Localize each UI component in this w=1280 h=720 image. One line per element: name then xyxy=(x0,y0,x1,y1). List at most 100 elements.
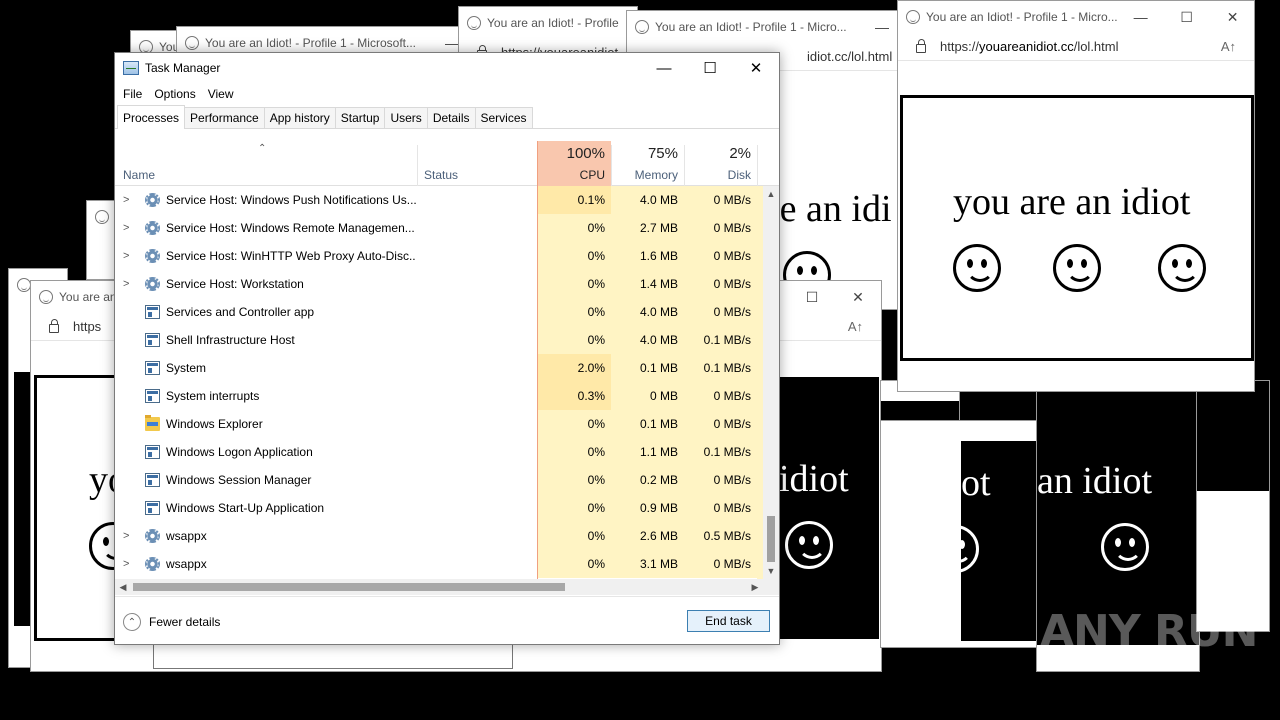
table-row[interactable]: > Service Host: Windows Remote Managemen.… xyxy=(115,214,763,242)
table-row[interactable]: > Service Host: Workstation 0% 1.4 MB 0 MB/s xyxy=(115,270,763,298)
tab-startup[interactable]: Startup xyxy=(334,107,386,128)
gear-icon xyxy=(145,221,160,235)
tab-services[interactable]: Services xyxy=(474,107,533,128)
window-icon xyxy=(145,445,160,459)
tab-processes[interactable]: Processes xyxy=(117,105,186,129)
smiley-face-icon xyxy=(931,525,979,573)
tab-details[interactable]: Details xyxy=(426,107,476,128)
popup-title: You are an Idiot! - Profile xyxy=(487,16,619,30)
popup-message: an idiot xyxy=(1037,460,1153,502)
gear-icon xyxy=(145,557,160,571)
smiley-tab-icon xyxy=(185,36,199,50)
column-memory[interactable]: 75% Memory xyxy=(611,141,684,186)
disk-cell: 0 MB/s xyxy=(684,494,757,522)
menu-view[interactable]: View xyxy=(202,87,240,101)
column-cpu[interactable]: 100% CPU xyxy=(538,141,611,186)
memory-cell: 0 MB xyxy=(611,382,684,410)
menu-file[interactable]: File xyxy=(117,87,148,101)
table-row[interactable]: System interrupts 0.3% 0 MB 0 MB/s xyxy=(115,382,763,410)
expand-chevron-icon[interactable]: > xyxy=(123,186,133,214)
url-prefix[interactable]: https:// xyxy=(940,39,979,54)
expand-chevron-icon[interactable]: > xyxy=(123,522,133,550)
close-icon[interactable]: ✕ xyxy=(1210,9,1254,26)
scroll-thumb[interactable] xyxy=(767,516,775,562)
process-name: Service Host: Windows Push Notifications… xyxy=(166,193,416,207)
expand-chevron-icon[interactable]: > xyxy=(123,270,133,298)
horizontal-scrollbar[interactable]: ◀ ▶ xyxy=(115,579,763,595)
minimize-button[interactable]: — xyxy=(641,53,687,83)
memory-cell: 4.0 MB xyxy=(611,186,684,214)
tab-app-history[interactable]: App history xyxy=(263,107,336,128)
table-row[interactable]: > wsappx 0% 3.1 MB 0 MB/s xyxy=(115,550,763,578)
scroll-down-icon[interactable]: ▼ xyxy=(763,563,779,579)
column-status[interactable]: Status xyxy=(417,141,537,186)
table-row[interactable]: > wsappx 0% 2.6 MB 0.5 MB/s xyxy=(115,522,763,550)
menu-options[interactable]: Options xyxy=(148,87,201,101)
folder-icon xyxy=(145,415,160,431)
memory-cell: 0.1 MB xyxy=(611,354,684,382)
table-row[interactable]: Shell Infrastructure Host 0% 4.0 MB 0.1 MB/… xyxy=(115,326,763,354)
scroll-corner xyxy=(763,579,779,595)
expand-chevron-icon[interactable]: > xyxy=(123,550,133,578)
disk-cell: 0.1 MB/s xyxy=(684,354,757,382)
minimize-icon[interactable]: — xyxy=(1118,9,1164,26)
fewer-details-button[interactable]: ⌃ Fewer details xyxy=(123,613,220,631)
process-name: Services and Controller app xyxy=(166,305,315,319)
address-bar-url[interactable]: https xyxy=(73,319,101,334)
task-manager-window[interactable]: Task Manager — ☐ ✕ File Options View Pro… xyxy=(114,52,780,645)
reader-view-icon[interactable]: A↑ xyxy=(1221,39,1236,54)
process-name: Shell Infrastructure Host xyxy=(166,333,295,347)
scroll-thumb-horizontal[interactable] xyxy=(133,583,565,591)
table-row[interactable]: Windows Explorer 0% 0.1 MB 0 MB/s xyxy=(115,410,763,438)
disk-cell: 0 MB/s xyxy=(684,466,757,494)
title-bar[interactable]: Task Manager — ☐ ✕ xyxy=(115,53,779,83)
window-icon xyxy=(145,305,160,319)
maximize-button[interactable]: ☐ xyxy=(687,53,733,83)
tab-performance[interactable]: Performance xyxy=(184,107,265,128)
url-path[interactable]: /lol.html xyxy=(1074,39,1119,54)
maximize-icon[interactable]: ☐ xyxy=(1164,9,1210,26)
disk-cell: 0 MB/s xyxy=(684,550,757,578)
popup-title: You are an xyxy=(59,290,117,304)
table-row[interactable]: Services and Controller app 0% 4.0 MB 0 MB/… xyxy=(115,298,763,326)
close-icon[interactable]: ✕ xyxy=(835,289,881,306)
table-row[interactable]: > Service Host: Windows Push Notification… xyxy=(115,186,763,214)
reader-view-icon[interactable]: A↑ xyxy=(848,319,863,334)
end-task-button[interactable]: End task xyxy=(687,610,770,632)
smiley-face-icon xyxy=(1101,523,1149,571)
browser-popup-right-4[interactable] xyxy=(1196,380,1270,632)
table-row[interactable]: Windows Logon Application 0% 1.1 MB 0.1 MB/… xyxy=(115,438,763,466)
memory-cell: 0.1 MB xyxy=(611,410,684,438)
smiley-tab-icon xyxy=(17,278,31,292)
url-domain[interactable]: youareanidiot.cc xyxy=(979,39,1074,54)
close-button[interactable]: ✕ xyxy=(733,53,779,83)
cpu-column-border xyxy=(537,141,538,579)
browser-popup-right-2[interactable]: ot xyxy=(880,420,1040,648)
process-name: Windows Explorer xyxy=(166,417,263,431)
table-row[interactable]: Windows Start-Up Application 0% 0.9 MB 0 MB… xyxy=(115,494,763,522)
expand-chevron-icon[interactable]: > xyxy=(123,214,133,242)
table-row[interactable]: > Service Host: WinHTTP Web Proxy Auto-Di… xyxy=(115,242,763,270)
browser-popup-top-right[interactable]: You are an Idiot! - Profile 1 - Micro...… xyxy=(897,0,1255,392)
process-name: wsappx xyxy=(166,529,207,543)
maximize-icon[interactable]: ☐ xyxy=(789,289,835,306)
cpu-cell: 0% xyxy=(538,242,611,270)
scroll-up-icon[interactable]: ▲ xyxy=(763,186,779,202)
footer-bar: ⌃ Fewer details End task xyxy=(115,596,779,644)
cpu-cell: 0% xyxy=(538,298,611,326)
tab-users[interactable]: Users xyxy=(384,107,428,128)
expand-chevron-icon[interactable]: > xyxy=(123,242,133,270)
address-bar-url[interactable]: idiot.cc/lol.html xyxy=(807,49,892,64)
column-name[interactable]: Name xyxy=(115,141,417,186)
table-row[interactable]: System 2.0% 0.1 MB 0.1 MB/s xyxy=(115,354,763,382)
column-status-label: Status xyxy=(424,168,459,182)
vertical-scrollbar[interactable]: ▲ ▼ xyxy=(763,186,779,579)
cpu-cell: 0% xyxy=(538,550,611,578)
column-disk[interactable]: 2% Disk xyxy=(684,141,757,186)
scroll-left-icon[interactable]: ◀ xyxy=(115,579,131,595)
table-row[interactable]: Windows Session Manager 0% 0.2 MB 0 MB/s xyxy=(115,466,763,494)
scroll-right-icon[interactable]: ▶ xyxy=(747,579,763,595)
memory-cell: 1.4 MB xyxy=(611,270,684,298)
cpu-cell: 0% xyxy=(538,270,611,298)
disk-cell: 0 MB/s xyxy=(684,382,757,410)
